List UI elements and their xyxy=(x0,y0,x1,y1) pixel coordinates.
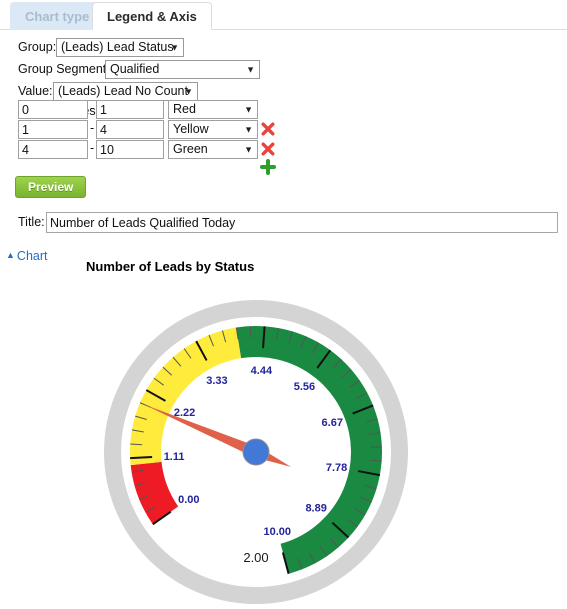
group-row: Group: (Leads) Lead Status ▼ xyxy=(0,38,567,58)
range-color-value: Yellow xyxy=(173,122,209,136)
gauge-tick-label: 8.89 xyxy=(305,503,326,515)
value-select[interactable]: (Leads) Lead No Count ▼ xyxy=(53,82,198,101)
tab-legend-axis[interactable]: Legend & Axis xyxy=(92,2,212,30)
chevron-down-icon: ▼ xyxy=(246,64,255,74)
group-select-value: (Leads) Lead Status xyxy=(61,40,174,54)
chevron-down-icon: ▼ xyxy=(244,104,253,114)
group-segment-row: Group Segment: Qualified ▼ xyxy=(0,60,567,80)
chevron-down-icon: ▼ xyxy=(244,124,253,134)
value-select-value: (Leads) Lead No Count xyxy=(58,84,188,98)
group-segment-select-value: Qualified xyxy=(110,62,160,76)
range-to-input[interactable] xyxy=(96,140,164,159)
range-to-input[interactable] xyxy=(96,100,164,119)
range-from-input[interactable] xyxy=(18,100,88,119)
gauge-value-label: 2.00 xyxy=(243,550,268,565)
gauge-tick-label: 3.33 xyxy=(206,375,227,387)
gauge-tick-label: 10.00 xyxy=(263,526,291,538)
tab-bar: Chart type Legend & Axis xyxy=(0,0,567,30)
gauge-tick-label: 5.56 xyxy=(294,381,315,393)
range-to-input[interactable] xyxy=(96,120,164,139)
gauge-tick-label: 7.78 xyxy=(326,462,347,474)
page-root: Chart type Legend & Axis Group: (Leads) … xyxy=(0,0,567,609)
chevron-down-icon: ▼ xyxy=(184,86,193,96)
value-range-row: - Green ▼ xyxy=(0,140,300,159)
remove-range-icon[interactable] xyxy=(260,141,276,157)
tab-chart-type-label: Chart type xyxy=(25,9,90,24)
range-from-input[interactable] xyxy=(18,120,88,139)
gauge-svg: 0.001.112.223.334.445.566.677.788.8910.0… xyxy=(104,300,408,604)
gauge-hub xyxy=(242,438,270,466)
group-segment-label: Group Segment: xyxy=(18,62,110,76)
preview-button[interactable]: Preview xyxy=(15,176,87,198)
gauge-major-tick xyxy=(130,456,153,460)
gauge-chart: 0.00 1.11 2.22 3.33 4.44 5.56 6.67 7.78 8.89 10.0… xyxy=(88,300,424,606)
gauge-tick-label: 4.44 xyxy=(251,365,273,377)
range-from-input[interactable] xyxy=(18,140,88,159)
remove-range-icon[interactable] xyxy=(260,121,276,137)
title-label: Title: xyxy=(18,215,45,229)
group-label: Group: xyxy=(18,40,57,54)
title-input[interactable] xyxy=(46,212,558,233)
chevron-down-icon: ▼ xyxy=(244,144,253,154)
caret-up-icon: ▲ xyxy=(6,250,15,260)
chevron-down-icon: ▼ xyxy=(170,42,179,52)
chart-collapse-label: Chart xyxy=(16,249,48,263)
range-color-select[interactable]: Red ▼ xyxy=(168,100,258,119)
chart-collapse-link[interactable]: ▲ Chart xyxy=(6,249,48,263)
tab-chart-type[interactable]: Chart type xyxy=(10,2,105,30)
range-color-value: Green xyxy=(173,142,208,156)
chart-title: Number of Leads by Status xyxy=(86,259,255,274)
tab-legend-axis-label: Legend & Axis xyxy=(107,9,197,24)
gauge-tick-label: 6.67 xyxy=(322,417,343,429)
range-dash: - xyxy=(90,121,95,135)
value-ranges-table: - Red ▼ - Yellow ▼ xyxy=(0,100,300,175)
value-row: Value: (Leads) Lead No Count ▼ xyxy=(0,82,567,102)
gauge-minor-tick xyxy=(249,326,252,339)
preview-button-label: Preview xyxy=(28,180,74,194)
range-dash: - xyxy=(90,101,95,115)
range-dash: - xyxy=(90,141,95,155)
range-color-select[interactable]: Green ▼ xyxy=(168,140,258,159)
value-range-row: - Red ▼ xyxy=(0,100,300,119)
title-row: Title: xyxy=(0,212,567,234)
range-color-value: Red xyxy=(173,102,196,116)
range-color-select[interactable]: Yellow ▼ xyxy=(168,120,258,139)
value-label: Value: xyxy=(18,84,53,98)
value-range-row: - Yellow ▼ xyxy=(0,120,300,139)
add-range-icon[interactable] xyxy=(259,158,277,176)
gauge-tick-label: 0.00 xyxy=(178,494,199,506)
group-segment-select[interactable]: Qualified ▼ xyxy=(105,60,260,79)
group-select[interactable]: (Leads) Lead Status ▼ xyxy=(56,38,184,57)
gauge-tick-label: 1.11 xyxy=(164,451,185,463)
